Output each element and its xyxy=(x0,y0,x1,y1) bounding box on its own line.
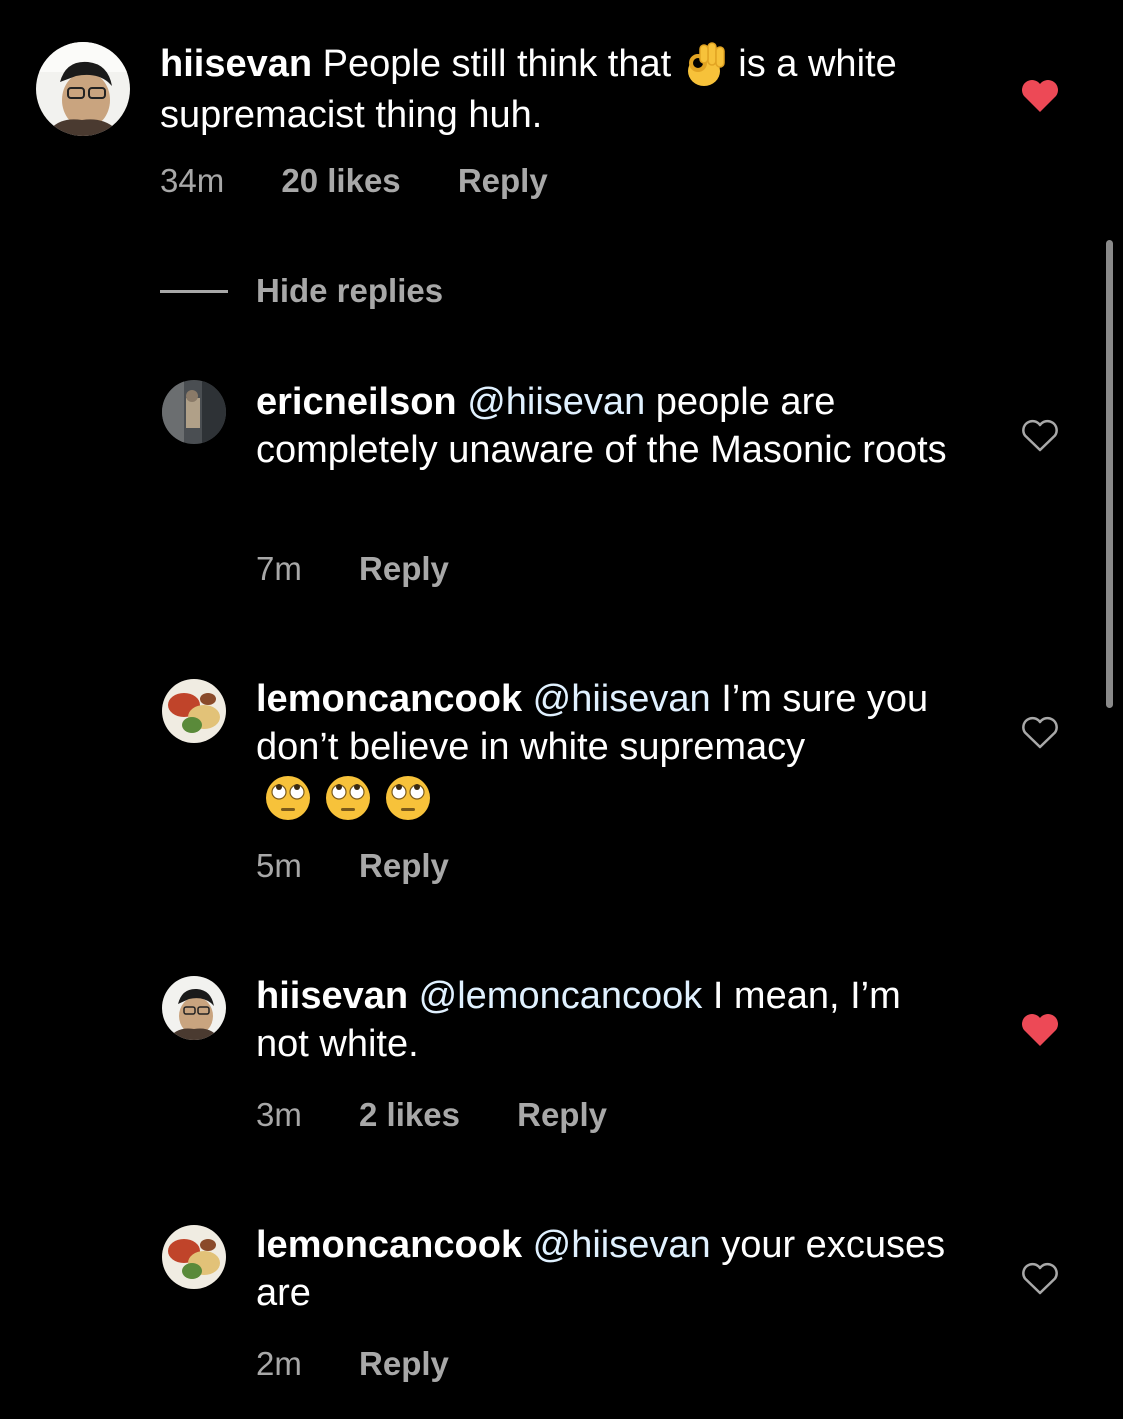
comment-meta: 34m 20 likes Reply xyxy=(160,162,548,200)
reply-text: lemoncancook @hiisevan I’m sure you don’… xyxy=(256,675,956,822)
reply-meta: 7m Reply xyxy=(256,550,449,588)
username[interactable]: lemoncancook xyxy=(256,678,522,720)
face-with-rolling-eyes-emoji xyxy=(264,772,440,822)
likes-count[interactable]: 20 likes xyxy=(281,162,400,200)
reply-ericneilson: ericneilson @hiisevan people are complet… xyxy=(0,360,1123,600)
reply-text: lemoncancook @hiisevan your excuses are xyxy=(256,1221,956,1317)
avatar[interactable] xyxy=(36,42,130,136)
reply-button[interactable]: Reply xyxy=(359,550,449,588)
avatar[interactable] xyxy=(162,1225,226,1289)
hide-replies-divider xyxy=(160,290,228,293)
comment-text: hiisevan People still think that is a wh… xyxy=(160,40,940,139)
reply-meta: 5m Reply xyxy=(256,847,449,885)
heart-outline-icon[interactable] xyxy=(1020,1261,1060,1297)
likes-count[interactable]: 2 likes xyxy=(359,1096,460,1134)
timestamp: 5m xyxy=(256,847,302,884)
mention-link[interactable]: @hiisevan xyxy=(533,1224,711,1266)
avatar[interactable] xyxy=(162,976,226,1040)
mention-link[interactable]: @hiisevan xyxy=(467,381,645,423)
username[interactable]: hiisevan xyxy=(256,975,408,1017)
mention-link[interactable]: @hiisevan xyxy=(533,678,711,720)
heart-filled-icon[interactable] xyxy=(1020,78,1060,114)
ok-hand-emoji xyxy=(682,41,728,91)
comment-hiisevan: hiisevan People still think that is a wh… xyxy=(0,0,1123,210)
heart-filled-icon[interactable] xyxy=(1020,1012,1060,1048)
reply-text: hiisevan @lemoncancook I mean, I’m not w… xyxy=(256,972,956,1068)
scrollbar[interactable] xyxy=(1106,240,1113,708)
timestamp: 34m xyxy=(160,162,225,199)
hide-replies-button[interactable]: Hide replies xyxy=(256,272,443,310)
reply-lemoncancook: lemoncancook @hiisevan I’m sure you don’… xyxy=(0,657,1123,897)
reply-text: ericneilson @hiisevan people are complet… xyxy=(256,378,956,474)
heart-outline-icon[interactable] xyxy=(1020,418,1060,454)
reply-button[interactable]: Reply xyxy=(517,1096,607,1134)
timestamp: 3m xyxy=(256,1096,302,1133)
avatar[interactable] xyxy=(162,679,226,743)
reply-meta: 3m 2 likes Reply xyxy=(256,1096,607,1134)
reply-lemoncancook-2: lemoncancook @hiisevan your excuses are … xyxy=(0,1203,1123,1403)
reply-button[interactable]: Reply xyxy=(458,162,548,200)
mention-link[interactable]: @lemoncancook xyxy=(419,975,703,1017)
heart-outline-icon[interactable] xyxy=(1020,715,1060,751)
reply-meta: 2m Reply xyxy=(256,1345,449,1383)
comment-body: People still think that xyxy=(322,43,672,85)
avatar[interactable] xyxy=(162,380,226,444)
reply-button[interactable]: Reply xyxy=(359,1345,449,1383)
reply-hiisevan: hiisevan @lemoncancook I mean, I’m not w… xyxy=(0,954,1123,1154)
username[interactable]: lemoncancook xyxy=(256,1224,522,1266)
username[interactable]: hiisevan xyxy=(160,43,312,85)
username[interactable]: ericneilson xyxy=(256,381,457,423)
reply-button[interactable]: Reply xyxy=(359,847,449,885)
timestamp: 2m xyxy=(256,1345,302,1382)
timestamp: 7m xyxy=(256,550,302,587)
